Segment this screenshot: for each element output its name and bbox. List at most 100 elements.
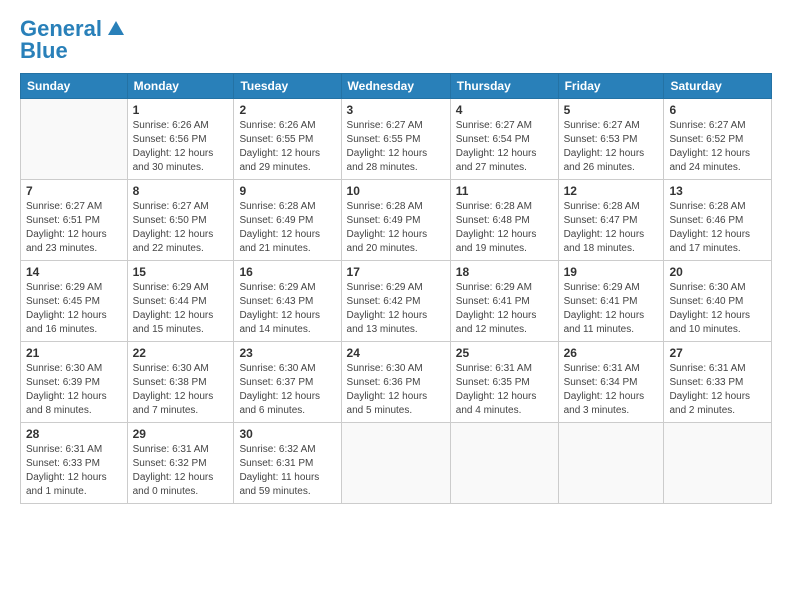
day-info: Sunrise: 6:30 AM Sunset: 6:38 PM Dayligh… <box>133 362 229 418</box>
day-number: 3 <box>347 103 445 117</box>
day-number: 9 <box>239 184 335 198</box>
day-cell: 25 Sunrise: 6:31 AM Sunset: 6:35 PM Dayli… <box>450 342 558 423</box>
day-number: 10 <box>347 184 445 198</box>
day-number: 15 <box>133 265 229 279</box>
day-cell: 30Sunrise: 6:32 AM Sunset: 6:31 PM Dayli… <box>234 423 341 504</box>
day-cell: 5 Sunrise: 6:27 AM Sunset: 6:53 PM Daylig… <box>558 99 664 180</box>
day-cell: 6 Sunrise: 6:27 AM Sunset: 6:52 PM Daylig… <box>664 99 772 180</box>
day-cell: 2 Sunrise: 6:26 AM Sunset: 6:55 PM Daylig… <box>234 99 341 180</box>
day-number: 11 <box>456 184 553 198</box>
day-number: 8 <box>133 184 229 198</box>
weekday-thursday: Thursday <box>450 74 558 99</box>
day-cell: 20 Sunrise: 6:30 AM Sunset: 6:40 PM Dayli… <box>664 261 772 342</box>
day-number: 2 <box>239 103 335 117</box>
day-number: 18 <box>456 265 553 279</box>
day-info: Sunrise: 6:31 AM Sunset: 6:35 PM Dayligh… <box>456 362 553 418</box>
day-number: 1 <box>133 103 229 117</box>
day-number: 29 <box>133 427 229 441</box>
day-info: Sunrise: 6:29 AM Sunset: 6:45 PM Dayligh… <box>26 281 122 337</box>
day-cell <box>664 423 772 504</box>
day-cell: 11 Sunrise: 6:28 AM Sunset: 6:48 PM Dayli… <box>450 180 558 261</box>
day-cell: 12 Sunrise: 6:28 AM Sunset: 6:47 PM Dayli… <box>558 180 664 261</box>
logo-text: General <box>20 18 102 40</box>
day-info: Sunrise: 6:27 AM Sunset: 6:55 PM Dayligh… <box>347 119 445 175</box>
week-row-3: 14 Sunrise: 6:29 AM Sunset: 6:45 PM Dayli… <box>21 261 772 342</box>
calendar: SundayMondayTuesdayWednesdayThursdayFrid… <box>20 73 772 504</box>
week-row-2: 7 Sunrise: 6:27 AM Sunset: 6:51 PM Daylig… <box>21 180 772 261</box>
day-info: Sunrise: 6:29 AM Sunset: 6:44 PM Dayligh… <box>133 281 229 337</box>
day-cell: 26Sunrise: 6:31 AM Sunset: 6:34 PM Dayli… <box>558 342 664 423</box>
day-info: Sunrise: 6:28 AM Sunset: 6:49 PM Dayligh… <box>239 200 335 256</box>
day-number: 23 <box>239 346 335 360</box>
day-cell: 9 Sunrise: 6:28 AM Sunset: 6:49 PM Daylig… <box>234 180 341 261</box>
day-cell <box>450 423 558 504</box>
logo-icon <box>104 17 126 39</box>
weekday-wednesday: Wednesday <box>341 74 450 99</box>
day-number: 4 <box>456 103 553 117</box>
day-number: 14 <box>26 265 122 279</box>
day-number: 26 <box>564 346 659 360</box>
day-number: 27 <box>669 346 766 360</box>
day-info: Sunrise: 6:26 AM Sunset: 6:56 PM Dayligh… <box>133 119 229 175</box>
day-info: Sunrise: 6:27 AM Sunset: 6:52 PM Dayligh… <box>669 119 766 175</box>
day-cell <box>21 99 128 180</box>
day-info: Sunrise: 6:28 AM Sunset: 6:46 PM Dayligh… <box>669 200 766 256</box>
day-info: Sunrise: 6:29 AM Sunset: 6:43 PM Dayligh… <box>239 281 335 337</box>
day-cell <box>341 423 450 504</box>
day-number: 16 <box>239 265 335 279</box>
day-number: 12 <box>564 184 659 198</box>
day-number: 7 <box>26 184 122 198</box>
day-info: Sunrise: 6:28 AM Sunset: 6:49 PM Dayligh… <box>347 200 445 256</box>
day-cell: 14 Sunrise: 6:29 AM Sunset: 6:45 PM Dayli… <box>21 261 128 342</box>
day-info: Sunrise: 6:26 AM Sunset: 6:55 PM Dayligh… <box>239 119 335 175</box>
day-info: Sunrise: 6:27 AM Sunset: 6:53 PM Dayligh… <box>564 119 659 175</box>
day-number: 6 <box>669 103 766 117</box>
day-number: 19 <box>564 265 659 279</box>
day-info: Sunrise: 6:29 AM Sunset: 6:42 PM Dayligh… <box>347 281 445 337</box>
day-cell: 23 Sunrise: 6:30 AM Sunset: 6:37 PM Dayli… <box>234 342 341 423</box>
day-info: Sunrise: 6:27 AM Sunset: 6:50 PM Dayligh… <box>133 200 229 256</box>
day-info: Sunrise: 6:30 AM Sunset: 6:37 PM Dayligh… <box>239 362 335 418</box>
day-number: 20 <box>669 265 766 279</box>
day-number: 25 <box>456 346 553 360</box>
day-cell: 21 Sunrise: 6:30 AM Sunset: 6:39 PM Dayli… <box>21 342 128 423</box>
day-info: Sunrise: 6:30 AM Sunset: 6:39 PM Dayligh… <box>26 362 122 418</box>
day-cell: 28 Sunrise: 6:31 AM Sunset: 6:33 PM Dayli… <box>21 423 128 504</box>
day-number: 22 <box>133 346 229 360</box>
day-cell: 22 Sunrise: 6:30 AM Sunset: 6:38 PM Dayli… <box>127 342 234 423</box>
day-info: Sunrise: 6:28 AM Sunset: 6:48 PM Dayligh… <box>456 200 553 256</box>
day-cell: 8 Sunrise: 6:27 AM Sunset: 6:50 PM Daylig… <box>127 180 234 261</box>
day-cell: 17Sunrise: 6:29 AM Sunset: 6:42 PM Dayli… <box>341 261 450 342</box>
day-info: Sunrise: 6:27 AM Sunset: 6:51 PM Dayligh… <box>26 200 122 256</box>
day-cell: 18Sunrise: 6:29 AM Sunset: 6:41 PM Dayli… <box>450 261 558 342</box>
weekday-monday: Monday <box>127 74 234 99</box>
weekday-friday: Friday <box>558 74 664 99</box>
day-number: 5 <box>564 103 659 117</box>
day-info: Sunrise: 6:31 AM Sunset: 6:33 PM Dayligh… <box>26 443 122 499</box>
day-number: 28 <box>26 427 122 441</box>
day-number: 24 <box>347 346 445 360</box>
weekday-sunday: Sunday <box>21 74 128 99</box>
day-cell: 13 Sunrise: 6:28 AM Sunset: 6:46 PM Dayli… <box>664 180 772 261</box>
day-cell: 1 Sunrise: 6:26 AM Sunset: 6:56 PM Daylig… <box>127 99 234 180</box>
day-cell: 19 Sunrise: 6:29 AM Sunset: 6:41 PM Dayli… <box>558 261 664 342</box>
day-number: 21 <box>26 346 122 360</box>
day-info: Sunrise: 6:30 AM Sunset: 6:40 PM Dayligh… <box>669 281 766 337</box>
day-info: Sunrise: 6:27 AM Sunset: 6:54 PM Dayligh… <box>456 119 553 175</box>
week-row-4: 21 Sunrise: 6:30 AM Sunset: 6:39 PM Dayli… <box>21 342 772 423</box>
logo-subtext: Blue <box>20 38 68 63</box>
day-cell: 3 Sunrise: 6:27 AM Sunset: 6:55 PM Daylig… <box>341 99 450 180</box>
day-info: Sunrise: 6:30 AM Sunset: 6:36 PM Dayligh… <box>347 362 445 418</box>
day-info: Sunrise: 6:28 AM Sunset: 6:47 PM Dayligh… <box>564 200 659 256</box>
day-cell: 16 Sunrise: 6:29 AM Sunset: 6:43 PM Dayli… <box>234 261 341 342</box>
weekday-header-row: SundayMondayTuesdayWednesdayThursdayFrid… <box>21 74 772 99</box>
logo: General Blue <box>20 18 126 63</box>
day-cell: 27 Sunrise: 6:31 AM Sunset: 6:33 PM Dayli… <box>664 342 772 423</box>
day-number: 13 <box>669 184 766 198</box>
day-cell: 24 Sunrise: 6:30 AM Sunset: 6:36 PM Dayli… <box>341 342 450 423</box>
day-info: Sunrise: 6:31 AM Sunset: 6:33 PM Dayligh… <box>669 362 766 418</box>
day-cell: 15 Sunrise: 6:29 AM Sunset: 6:44 PM Dayli… <box>127 261 234 342</box>
weekday-tuesday: Tuesday <box>234 74 341 99</box>
day-info: Sunrise: 6:29 AM Sunset: 6:41 PM Dayligh… <box>564 281 659 337</box>
day-info: Sunrise: 6:32 AM Sunset: 6:31 PM Dayligh… <box>239 443 335 499</box>
